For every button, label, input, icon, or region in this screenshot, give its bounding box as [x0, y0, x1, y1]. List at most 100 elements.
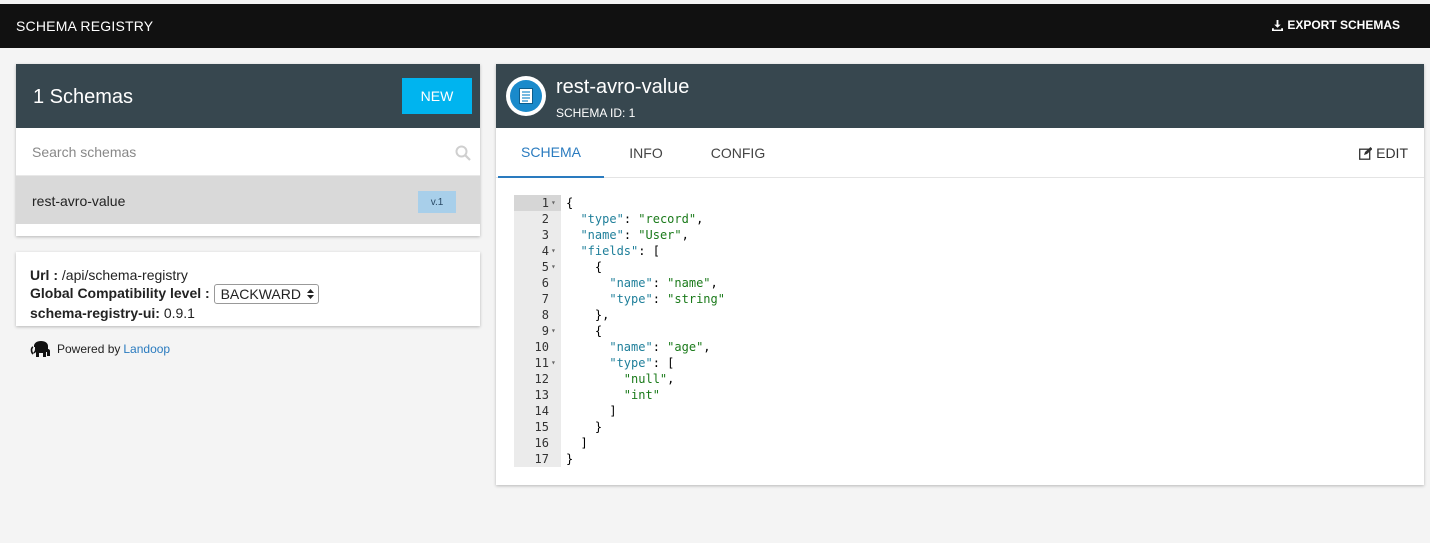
line-number: 17 [534, 452, 549, 466]
line-number: 12 [534, 372, 549, 386]
compatibility-select[interactable]: BACKWARD [213, 284, 319, 305]
code-text: } [566, 452, 574, 466]
code-line: 7 "type": "string" [514, 291, 1374, 307]
code-text: "name": "age", [609, 340, 711, 354]
code-text: }, [566, 308, 610, 322]
line-number: 11 [534, 356, 549, 370]
document-icon [519, 88, 533, 104]
search-input[interactable] [32, 140, 432, 164]
line-number: 1 [541, 196, 549, 210]
code-line: 13 "int" [514, 387, 1374, 403]
code-text: } [566, 420, 603, 434]
export-schemas-label: EXPORT SCHEMAS [1287, 18, 1400, 32]
line-number: 5 [541, 260, 549, 274]
code-text: "fields": [ [580, 244, 660, 258]
tab-info[interactable]: INFO [618, 128, 674, 178]
top-navbar: SCHEMA REGISTRY EXPORT SCHEMAS [0, 4, 1430, 48]
download-icon [1272, 19, 1284, 31]
fold-arrow-icon[interactable]: ▾ [551, 259, 559, 275]
compat-label: Global Compatibility level : [30, 285, 210, 301]
schema-avatar [506, 76, 546, 116]
code-line: 2 "type": "record", [514, 211, 1374, 227]
code-text: { [566, 260, 603, 274]
code-line: 17} [514, 451, 1374, 467]
code-line: 14 ] [514, 403, 1374, 419]
schema-detail-panel: rest-avro-value SCHEMA ID: 1 SCHEMA INFO… [496, 64, 1424, 485]
fold-arrow-icon[interactable]: ▾ [551, 243, 559, 259]
powered-by: Powered by Landoop [30, 338, 170, 360]
compat-row: Global Compatibility level : BACKWARD [30, 284, 480, 305]
app-title[interactable]: SCHEMA REGISTRY [16, 18, 153, 34]
code-line: 15 } [514, 419, 1374, 435]
code-text: "int" [623, 388, 660, 402]
edit-icon [1359, 146, 1373, 160]
schema-tabs: SCHEMA INFO CONFIG EDIT [496, 128, 1424, 178]
registry-info-card: Url : /api/schema-registry Global Compat… [16, 252, 480, 326]
line-number: 9 [541, 324, 549, 338]
code-text: ] [566, 404, 617, 418]
line-number: 13 [534, 388, 549, 402]
line-number: 7 [541, 292, 549, 306]
elephant-logo-icon [30, 341, 50, 357]
schemas-list-header: 1 Schemas NEW [16, 64, 480, 128]
url-label: Url : [30, 267, 58, 283]
line-number: 15 [534, 420, 549, 434]
code-line: 5 ▾ { [514, 259, 1374, 275]
code-line: 16 ] [514, 435, 1374, 451]
search-row [16, 128, 480, 176]
line-number: 6 [541, 276, 549, 290]
code-text: ] [566, 436, 588, 450]
line-number: 14 [534, 404, 549, 418]
schema-item-name: rest-avro-value [32, 193, 126, 209]
schema-id: SCHEMA ID: 1 [556, 106, 636, 120]
code-line: 6 "name": "name", [514, 275, 1374, 291]
edit-label: EDIT [1376, 145, 1408, 161]
code-line: 8 }, [514, 307, 1374, 323]
code-line: 11 ▾ "type": [ [514, 355, 1374, 371]
ui-label: schema-registry-ui: [30, 305, 160, 322]
code-line: 9 ▾ { [514, 323, 1374, 339]
compat-value: BACKWARD [220, 286, 301, 303]
schema-detail-header: rest-avro-value SCHEMA ID: 1 [496, 64, 1424, 128]
line-number: 3 [541, 228, 549, 242]
code-text: "type": "record", [580, 212, 704, 226]
code-line: 1 ▾ { [514, 195, 1374, 211]
new-schema-button[interactable]: NEW [402, 78, 472, 114]
fold-arrow-icon[interactable]: ▾ [551, 323, 559, 339]
code-text: "name": "User", [580, 228, 689, 242]
version-badge: v.1 [418, 191, 456, 213]
tab-schema[interactable]: SCHEMA [498, 128, 604, 178]
code-text: "null", [623, 372, 675, 386]
code-text: { [566, 324, 603, 338]
code-text: "name": "name", [609, 276, 718, 290]
schemas-list-panel: 1 Schemas NEW rest-avro-value v.1 [16, 64, 480, 236]
line-number: 2 [541, 212, 549, 226]
line-number: 8 [541, 308, 549, 322]
select-arrows-icon [306, 289, 314, 300]
schema-list-item[interactable]: rest-avro-value v.1 [16, 176, 480, 224]
tab-config[interactable]: CONFIG [702, 128, 774, 178]
export-schemas-button[interactable]: EXPORT SCHEMAS [1272, 18, 1400, 32]
schema-code-editor[interactable]: 1 ▾{2 "type": "record", 3 "name": "User", 4… [514, 195, 1374, 467]
schema-title: rest-avro-value [556, 76, 690, 98]
fold-arrow-icon[interactable]: ▾ [551, 195, 559, 211]
schemas-count-title: 1 Schemas [33, 86, 134, 108]
code-line: 3 "name": "User", [514, 227, 1374, 243]
ui-version: 0.9.1 [163, 305, 195, 322]
line-number: 4 [541, 244, 549, 258]
landoop-link[interactable]: Landoop [123, 342, 170, 356]
powered-by-text: Powered by [57, 342, 121, 356]
line-number: 10 [534, 340, 549, 354]
search-icon[interactable] [455, 145, 471, 161]
code-line: 10 "name": "age", [514, 339, 1374, 355]
schema-avatar-inner [510, 80, 542, 112]
line-number: 16 [534, 436, 549, 450]
code-text: { [566, 196, 574, 210]
ui-version-row: schema-registry-ui: 0.9.1 [30, 304, 480, 322]
code-line: 12 "null", [514, 371, 1374, 387]
code-line: 4 ▾ "fields": [ [514, 243, 1374, 259]
url-row: Url : /api/schema-registry [30, 266, 480, 284]
edit-button[interactable]: EDIT [1359, 145, 1408, 161]
fold-arrow-icon[interactable]: ▾ [551, 355, 559, 371]
code-text: "type": "string" [609, 292, 725, 306]
